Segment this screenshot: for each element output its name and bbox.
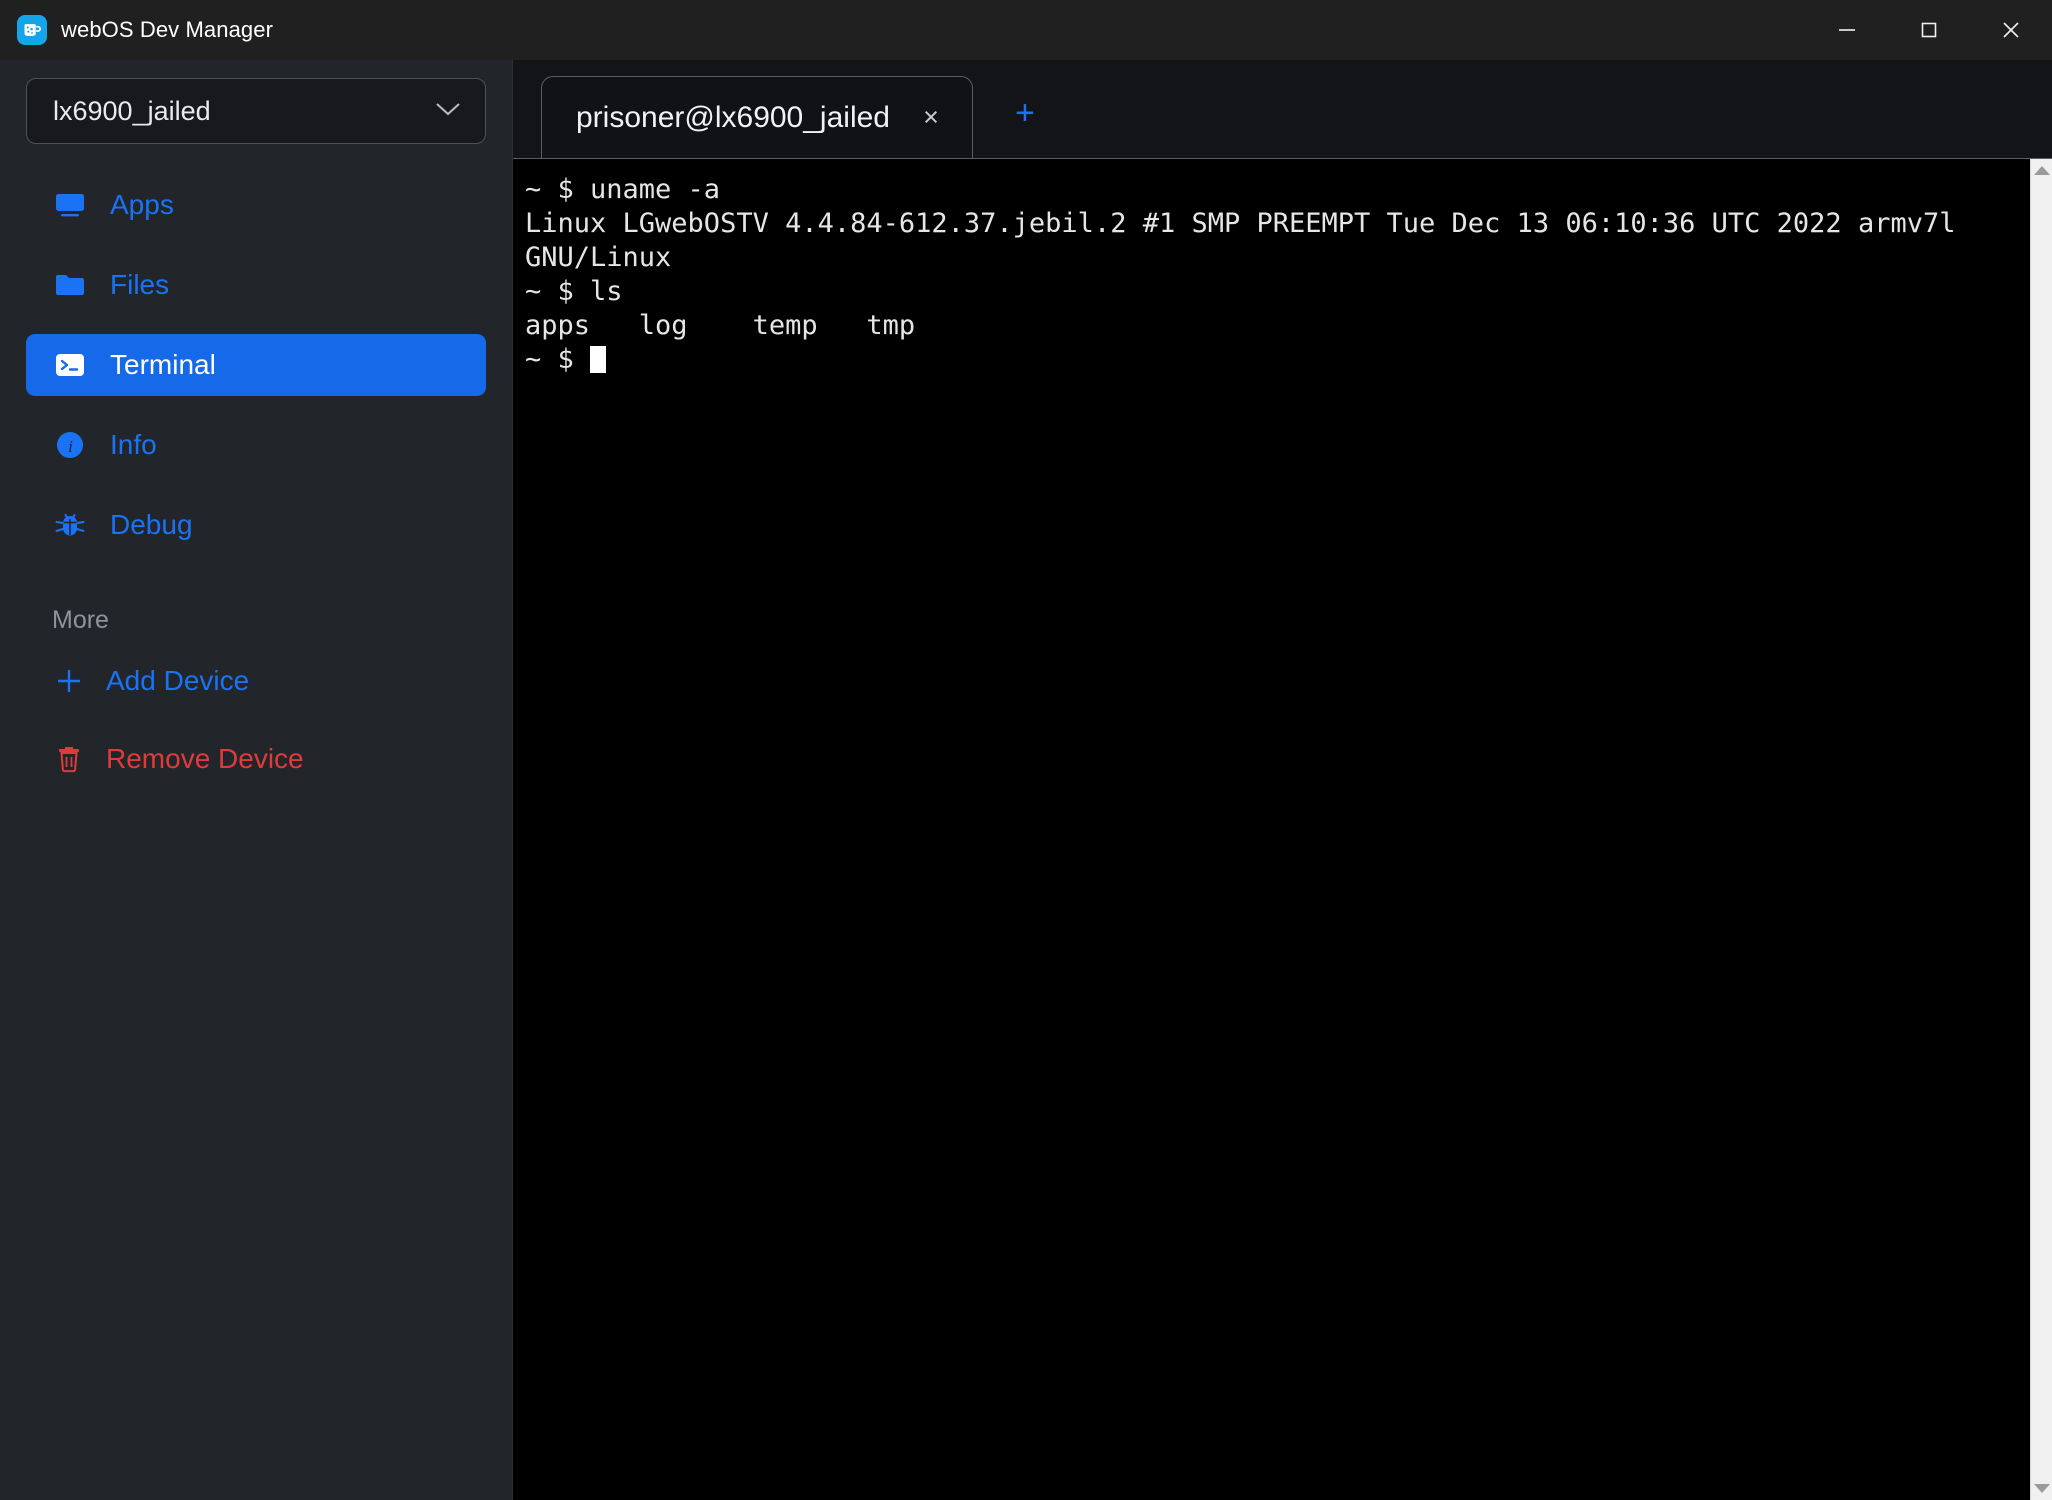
device-select-combobox[interactable]: lx6900_jailed xyxy=(26,78,486,144)
plus-icon xyxy=(52,665,86,697)
sidebar-item-label: Files xyxy=(110,269,170,300)
tab-strip: prisoner@lx6900_jailed × + xyxy=(513,60,2052,158)
app-window: webOS Dev Manager lx6900_jailed Apps Fil… xyxy=(0,0,2052,1500)
trash-icon xyxy=(52,743,86,775)
terminal-cursor xyxy=(590,346,607,373)
scroll-down-arrow-icon[interactable] xyxy=(2033,1484,2050,1493)
terminal-text: ~ $ uname -a Linux LGwebOSTV 4.4.84-612.… xyxy=(525,173,2030,377)
terminal-tab[interactable]: prisoner@lx6900_jailed × xyxy=(541,76,973,158)
bug-icon xyxy=(52,508,88,542)
window-body: lx6900_jailed Apps Files Terminal i Info… xyxy=(0,60,2052,1500)
close-icon[interactable] xyxy=(1970,0,2052,60)
sidebar-item-label: Info xyxy=(110,429,157,460)
webos-mug-icon xyxy=(17,15,47,45)
new-tab-button[interactable]: + xyxy=(993,96,1057,130)
terminal-scrollbar[interactable] xyxy=(2030,159,2052,1500)
terminal-output[interactable]: ~ $ uname -a Linux LGwebOSTV 4.4.84-612.… xyxy=(513,159,2030,1500)
monitor-icon xyxy=(52,188,88,222)
terminal-prompt-icon xyxy=(52,348,88,382)
sidebar-item-files[interactable]: Files xyxy=(26,254,486,316)
scroll-up-arrow-icon[interactable] xyxy=(2033,166,2050,175)
sidebar-more-heading: More xyxy=(52,606,109,634)
maximize-icon[interactable] xyxy=(1888,0,1970,60)
sidebar-item-label: Apps xyxy=(110,189,174,220)
sidebar-item-label: Debug xyxy=(110,509,193,540)
chevron-down-icon xyxy=(433,100,463,123)
title-bar-left: webOS Dev Manager xyxy=(0,15,273,45)
sidebar-item-add-device[interactable]: Add Device xyxy=(0,653,512,709)
terminal-text-content: ~ $ uname -a Linux LGwebOSTV 4.4.84-612.… xyxy=(525,174,1956,375)
sidebar-item-debug[interactable]: Debug xyxy=(26,494,486,556)
window-controls xyxy=(1806,0,2052,60)
title-bar: webOS Dev Manager xyxy=(0,0,2052,60)
sidebar-item-terminal[interactable]: Terminal xyxy=(26,334,486,396)
main-panel: prisoner@lx6900_jailed × + ~ $ uname -a … xyxy=(512,60,2052,1500)
terminal-area: ~ $ uname -a Linux LGwebOSTV 4.4.84-612.… xyxy=(513,158,2052,1500)
tab-label: prisoner@lx6900_jailed xyxy=(576,100,890,134)
tab-close-icon[interactable]: × xyxy=(916,104,946,131)
sidebar-nav: Apps Files Terminal i Info Debug xyxy=(0,174,512,574)
svg-text:i: i xyxy=(68,437,73,456)
sidebar-item-label: Terminal xyxy=(110,349,216,380)
minimize-icon[interactable] xyxy=(1806,0,1888,60)
sidebar: lx6900_jailed Apps Files Terminal i Info… xyxy=(0,60,512,1500)
sidebar-item-label: Add Device xyxy=(106,665,250,696)
sidebar-item-apps[interactable]: Apps xyxy=(26,174,486,236)
info-circle-icon: i xyxy=(52,428,88,462)
folder-icon xyxy=(52,268,88,302)
sidebar-item-info[interactable]: i Info xyxy=(26,414,486,476)
sidebar-item-label: Remove Device xyxy=(106,743,304,774)
device-select-value: lx6900_jailed xyxy=(53,95,211,126)
window-title: webOS Dev Manager xyxy=(61,17,274,42)
sidebar-item-remove-device[interactable]: Remove Device xyxy=(0,731,512,787)
